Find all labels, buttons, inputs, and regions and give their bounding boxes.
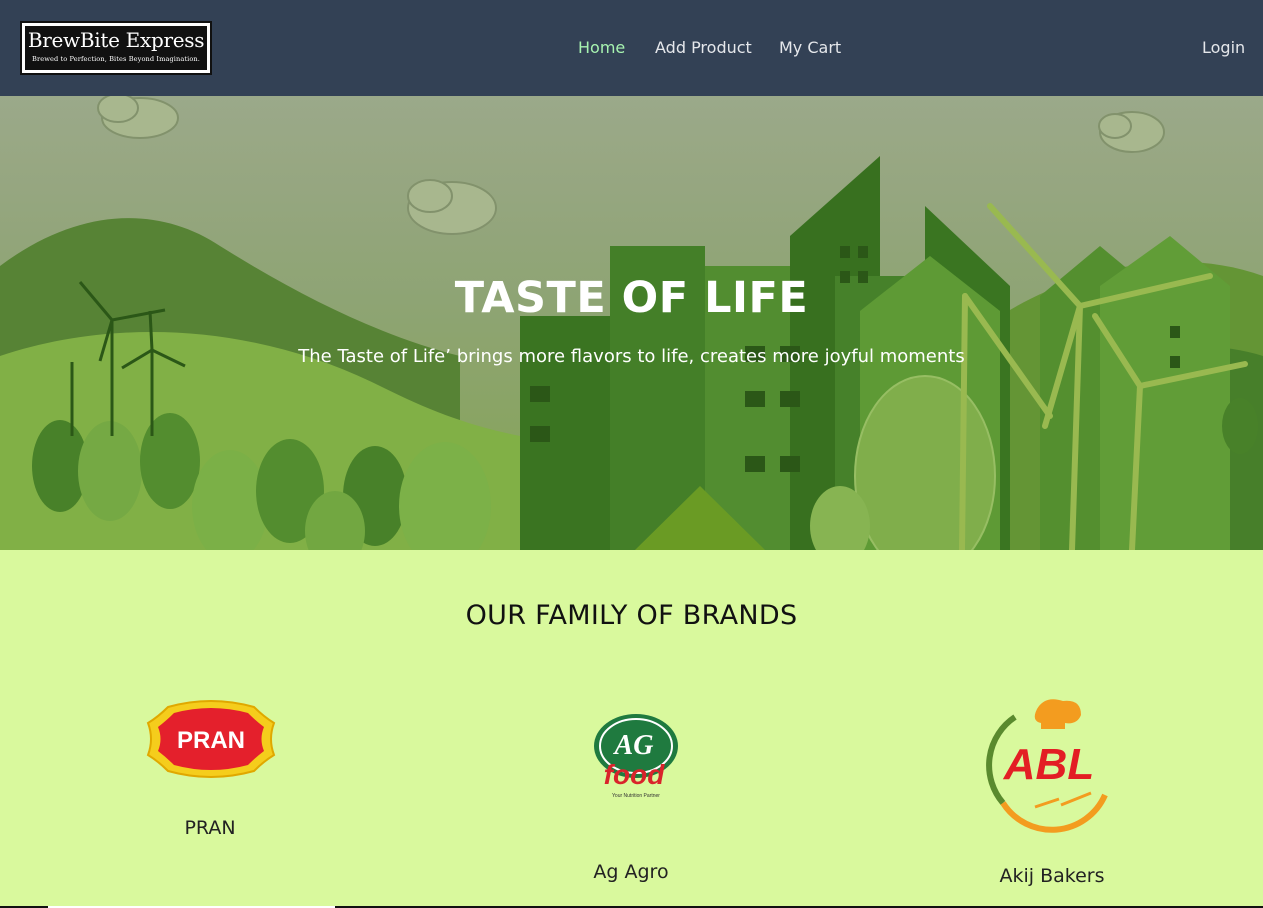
ag-logo-tagline: Your Nutrition Partner [612, 793, 660, 799]
brand-title: BrewBite Express [27, 28, 205, 52]
hero-subtitle: The Taste of Life’ brings more flavors t… [298, 346, 965, 367]
nav-link-add-product[interactable]: Add Product [655, 37, 752, 59]
pran-logo[interactable]: PRAN [146, 697, 276, 785]
ag-logo-text: AG [613, 730, 654, 761]
ag-food-logo[interactable]: AG food Your Nutrition Partner [582, 712, 686, 806]
brand-tagline: Brewed to Perfection, Bites Beyond Imagi… [32, 55, 200, 63]
login-link[interactable]: Login [1202, 37, 1245, 59]
nav-link-my-cart[interactable]: My Cart [779, 37, 841, 59]
brand-logo[interactable]: BrewBite Express Brewed to Perfection, B… [20, 21, 212, 75]
pran-logo-text: PRAN [177, 727, 245, 754]
brand-logo-inner: BrewBite Express Brewed to Perfection, B… [25, 26, 207, 70]
abl-logo-text: ABL [1003, 740, 1094, 789]
abl-logo[interactable]: ABL [985, 695, 1119, 837]
brands-heading: OUR FAMILY OF BRANDS [465, 600, 798, 631]
brand-name-ag-agro: Ag Agro [593, 861, 669, 883]
hero-title: TASTE OF LIFE [454, 273, 809, 323]
nav-link-home[interactable]: Home [578, 37, 625, 59]
brand-name-akij-bakers: Akij Bakers [999, 865, 1105, 887]
navbar: BrewBite Express Brewed to Perfection, B… [0, 0, 1263, 96]
food-logo-text: food [604, 759, 666, 790]
hero-banner: TASTE OF LIFE The Taste of Life’ brings … [0, 96, 1263, 550]
brand-name-pran: PRAN [184, 817, 236, 839]
